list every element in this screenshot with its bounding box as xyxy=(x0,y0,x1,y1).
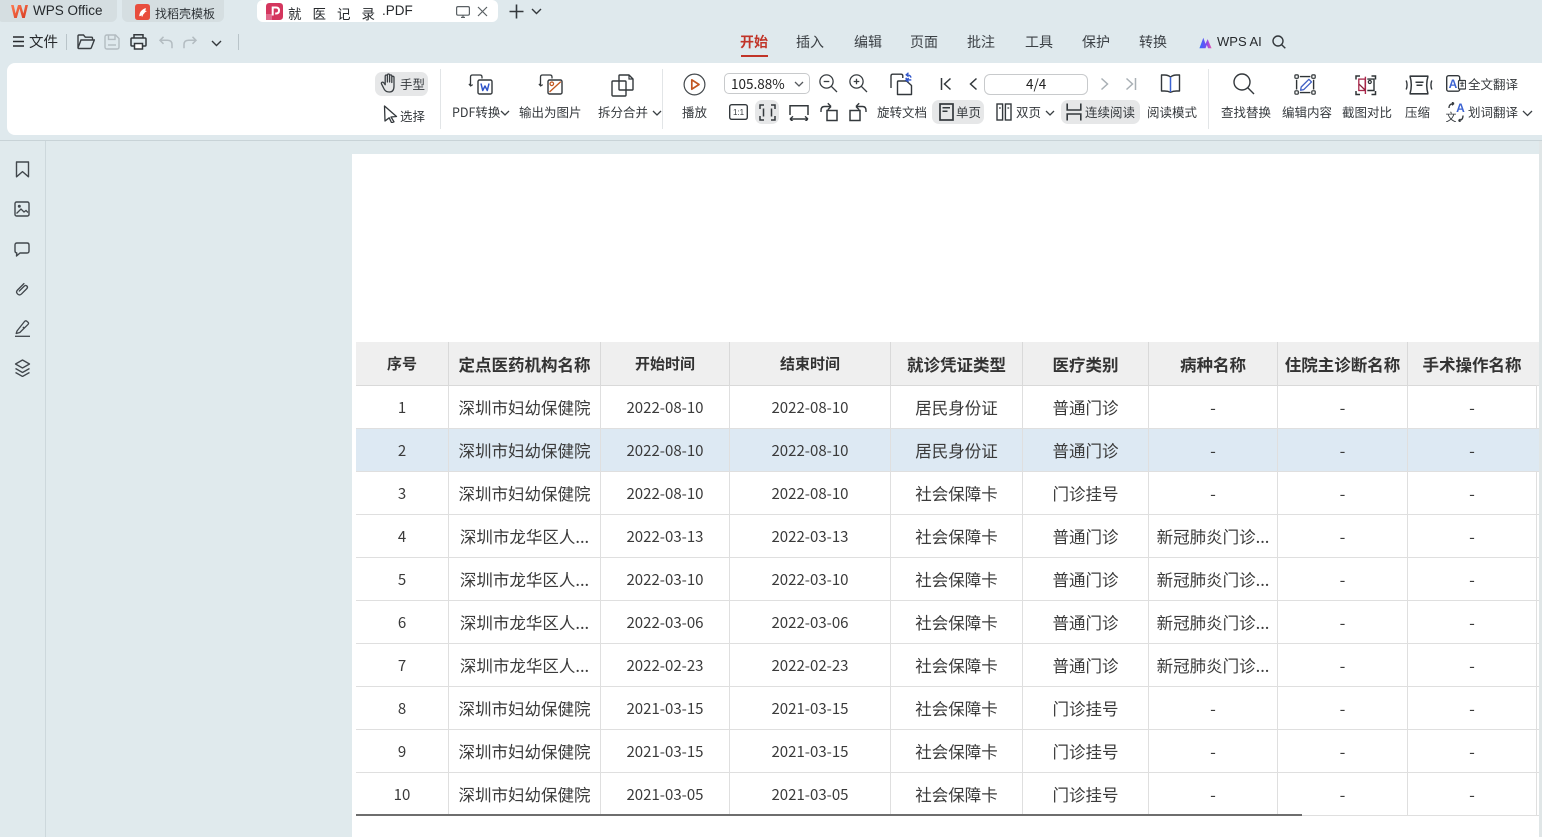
svg-text:文: 文 xyxy=(1446,109,1457,122)
svg-text:1:1: 1:1 xyxy=(733,108,745,117)
svg-text:A: A xyxy=(1449,77,1458,91)
svg-text:A: A xyxy=(1456,102,1465,115)
